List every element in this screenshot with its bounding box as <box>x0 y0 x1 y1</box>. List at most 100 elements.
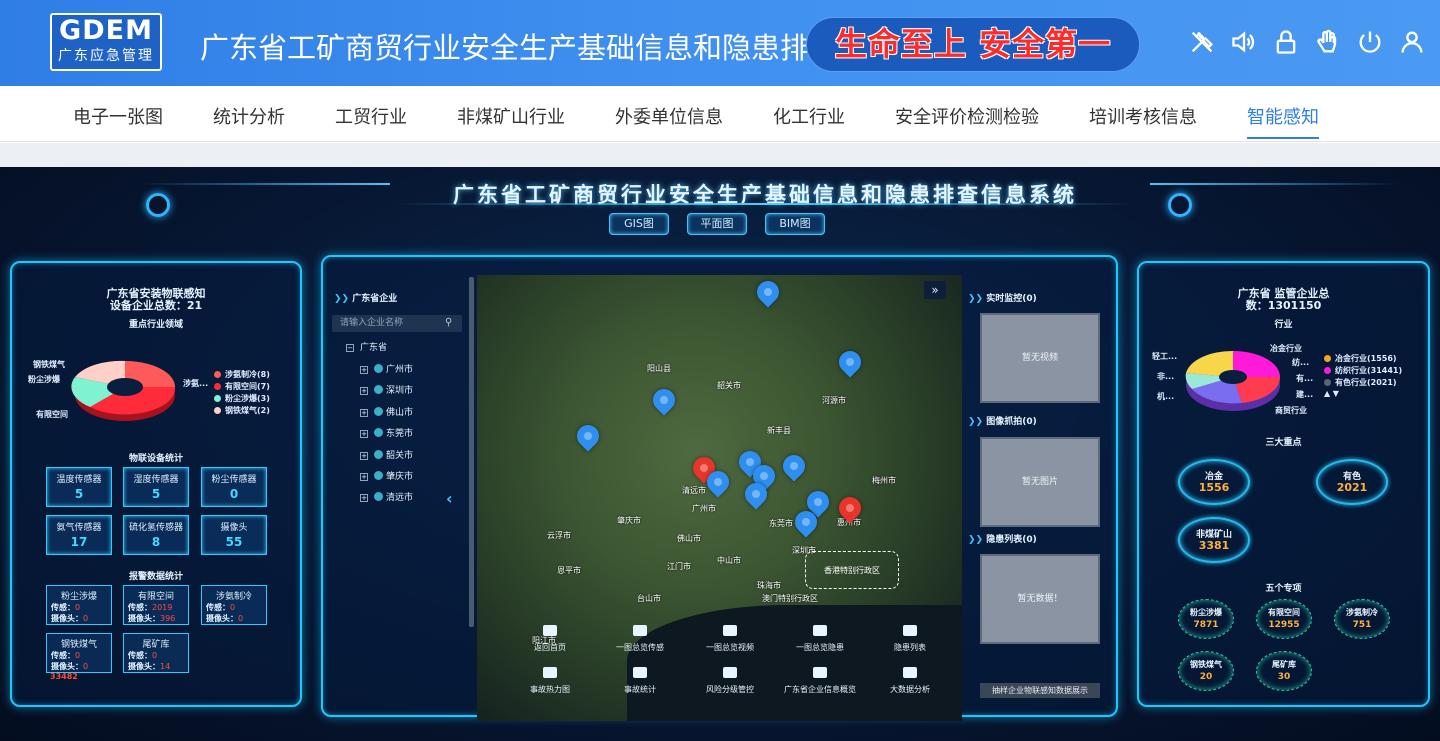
power-icon[interactable] <box>1356 28 1384 56</box>
legend-nonferrous-label: 有色行业(2021) <box>1335 378 1397 387</box>
sensor-ammonia[interactable]: 氨气传感器 17 <box>46 515 112 555</box>
map-pin[interactable] <box>752 276 784 308</box>
sample-iot-demo-button[interactable]: 抽样企业物联感知数据展示 <box>980 683 1100 698</box>
lock-icon[interactable] <box>1272 28 1300 56</box>
key-non-coal-mining[interactable]: 非煤矿山 3381 <box>1178 517 1250 563</box>
alarm-sensor-row: 传感：0 <box>128 650 157 661</box>
sensor-temperature[interactable]: 温度传感器 5 <box>46 467 112 507</box>
ring-name: 尾矿库 <box>1272 660 1296 669</box>
gdem-logo[interactable]: GDEM 广东应急管理 <box>50 13 162 71</box>
sensor-dust[interactable]: 粉尘传感器 0 <box>201 467 267 507</box>
hk-region-label[interactable]: 香港特别行政区 <box>805 551 899 589</box>
tab-bim[interactable]: BIM图 <box>765 213 825 235</box>
ring-name: 钢铁煤气 <box>1190 660 1222 669</box>
nav-chemical[interactable]: 化工行业 <box>773 103 845 129</box>
gis-map[interactable]: 广州市 清远市 肇庆市 佛山市 江门市 中山市 珠海市 东莞市 深圳市 惠州市 … <box>477 275 962 721</box>
nav-non-coal-mining[interactable]: 非煤矿山行业 <box>457 103 565 129</box>
tree-scrollbar[interactable] <box>469 277 474 627</box>
map-btn-hazard-overview[interactable]: 一图总览隐患 <box>777 625 863 653</box>
map-btn-risk-control[interactable]: 风险分级管控 <box>687 667 773 695</box>
special-dust[interactable]: 粉尘涉爆 7871 <box>1178 599 1234 639</box>
alarm-tailings[interactable]: 尾矿库 传感：0 摄像头：14 <box>123 633 189 673</box>
map-btn-enterprise-overview[interactable]: 广东省企业信息概览 <box>777 667 863 695</box>
alarm-title: 粉尘涉爆 <box>60 592 97 602</box>
map-btn-accident-heatmap[interactable]: 事故热力图 <box>507 667 593 695</box>
map-btn-video-overview[interactable]: 一图总览视频 <box>687 625 773 653</box>
key-metallurgy[interactable]: 冶金 1556 <box>1178 459 1250 505</box>
sensor-humidity[interactable]: 湿度传感器 5 <box>123 467 189 507</box>
hand-icon[interactable] <box>1314 28 1342 56</box>
key-nonferrous[interactable]: 有色 2021 <box>1316 459 1388 505</box>
map-btn-sensor-overview[interactable]: 一图总览传感 <box>597 625 683 653</box>
map-pin[interactable] <box>572 420 604 452</box>
special-ammonia[interactable]: 涉氨制冷 751 <box>1334 599 1390 639</box>
alarm-ammonia[interactable]: 涉氨制冷 传感：0 摄像头：0 <box>201 585 267 625</box>
nav-statistics[interactable]: 统计分析 <box>213 103 285 129</box>
sensor-h2s[interactable]: 硫化氢传感器 8 <box>123 515 189 555</box>
expand-icon[interactable]: + <box>360 494 368 502</box>
map-pin[interactable] <box>648 384 680 416</box>
special-confined[interactable]: 有限空间 12955 <box>1256 599 1312 639</box>
nav-industry-trade[interactable]: 工贸行业 <box>335 103 407 129</box>
tree-city[interactable]: + 韶关市 <box>360 448 413 461</box>
nav-safety-evaluation[interactable]: 安全评价检测检验 <box>895 103 1039 129</box>
tree-city[interactable]: + 肇庆市 <box>360 469 413 482</box>
heatmap-icon <box>543 667 557 678</box>
live-video-box[interactable]: 暂无视频 <box>980 313 1100 403</box>
expand-icon[interactable]: + <box>360 473 368 481</box>
tools-icon[interactable] <box>1188 28 1216 56</box>
tab-floor-plan[interactable]: 平面图 <box>687 213 747 235</box>
tab-gis[interactable]: GIS图 <box>609 213 669 235</box>
map-label: 台山市 <box>637 594 661 603</box>
tree-city[interactable]: + 清远市 <box>360 490 413 503</box>
pie-label-nonferrous: 有... <box>1296 374 1314 383</box>
alarm-title: 涉氨制冷 <box>215 592 252 602</box>
tree-root[interactable]: − 广东省 <box>346 340 387 353</box>
nav-outsourced-units[interactable]: 外委单位信息 <box>615 103 723 129</box>
expand-icon[interactable]: + <box>360 430 368 438</box>
image-capture-box[interactable]: 暂无图片 <box>980 437 1100 527</box>
special-tailings[interactable]: 尾矿库 30 <box>1256 651 1312 691</box>
expand-icon[interactable]: + <box>360 409 368 417</box>
map-btn-big-data[interactable]: 大数据分析 <box>867 667 953 695</box>
sensor-label: 摄像头 <box>220 523 248 533</box>
enterprise-search-input[interactable]: 请输入企业名称 <box>332 315 462 332</box>
sensor-camera[interactable]: 摄像头 55 <box>201 515 267 555</box>
legend-ammonia: 涉氨制冷(8) <box>214 369 270 380</box>
map-pin[interactable] <box>778 450 810 482</box>
tree-city[interactable]: + 佛山市 <box>360 405 413 418</box>
search-icon[interactable]: ⚲ <box>445 317 452 328</box>
sensor-value: 0 <box>229 487 239 501</box>
user-icon[interactable] <box>1398 28 1426 56</box>
map-btn-home[interactable]: 返回首页 <box>507 625 593 653</box>
hazard-list-box[interactable]: 暂无数据！ <box>980 554 1100 644</box>
map-btn-accident-stats[interactable]: 事故统计 <box>597 667 683 695</box>
ring-value: 1556 <box>1198 481 1230 494</box>
nav-smart-sensing[interactable]: 智能感知 <box>1247 103 1319 139</box>
alarm-confined[interactable]: 有限空间 传感：2019 摄像头：396 <box>123 585 189 625</box>
ring-value: 3381 <box>1198 539 1230 552</box>
collapse-tree-chevron-icon[interactable]: ‹ <box>446 489 453 508</box>
sensing-dashboard: 广东省工矿商贸行业安全生产基础信息和隐患排查信息系统 GIS图 平面图 BIM图… <box>0 167 1440 741</box>
nav-training[interactable]: 培训考核信息 <box>1089 103 1197 129</box>
alarm-steel-gas[interactable]: 钢铁煤气 传感：0 摄像头：0 <box>46 633 112 673</box>
expand-icon[interactable]: + <box>360 387 368 395</box>
map-pin[interactable] <box>834 346 866 378</box>
map-btn-hazard-list[interactable]: 隐患列表 <box>867 625 953 653</box>
tree-city[interactable]: + 广州市 <box>360 362 413 375</box>
expand-panel-icon[interactable]: » <box>924 281 946 299</box>
speaker-icon[interactable] <box>1230 28 1258 56</box>
expand-icon[interactable]: + <box>360 366 368 374</box>
alarm-camera-row: 摄像头：0 <box>206 613 243 624</box>
nav-electronic-map[interactable]: 电子一张图 <box>73 103 163 129</box>
collapse-icon[interactable]: − <box>346 344 354 352</box>
alarm-dust[interactable]: 粉尘涉爆 传感：0 摄像头：0 <box>46 585 112 625</box>
macao-label: 澳门特别行政区 <box>762 594 818 603</box>
special-steel-gas[interactable]: 钢铁煤气 20 <box>1178 651 1234 691</box>
expand-icon[interactable]: + <box>360 452 368 460</box>
alarm-sensor-label: 传感： <box>128 651 152 660</box>
tree-city[interactable]: + 东莞市 <box>360 426 413 439</box>
legend-dot <box>214 383 221 390</box>
tree-city[interactable]: + 深圳市 <box>360 383 413 396</box>
legend-page-arrows-icon[interactable]: ▲ ▼ <box>1324 389 1339 398</box>
